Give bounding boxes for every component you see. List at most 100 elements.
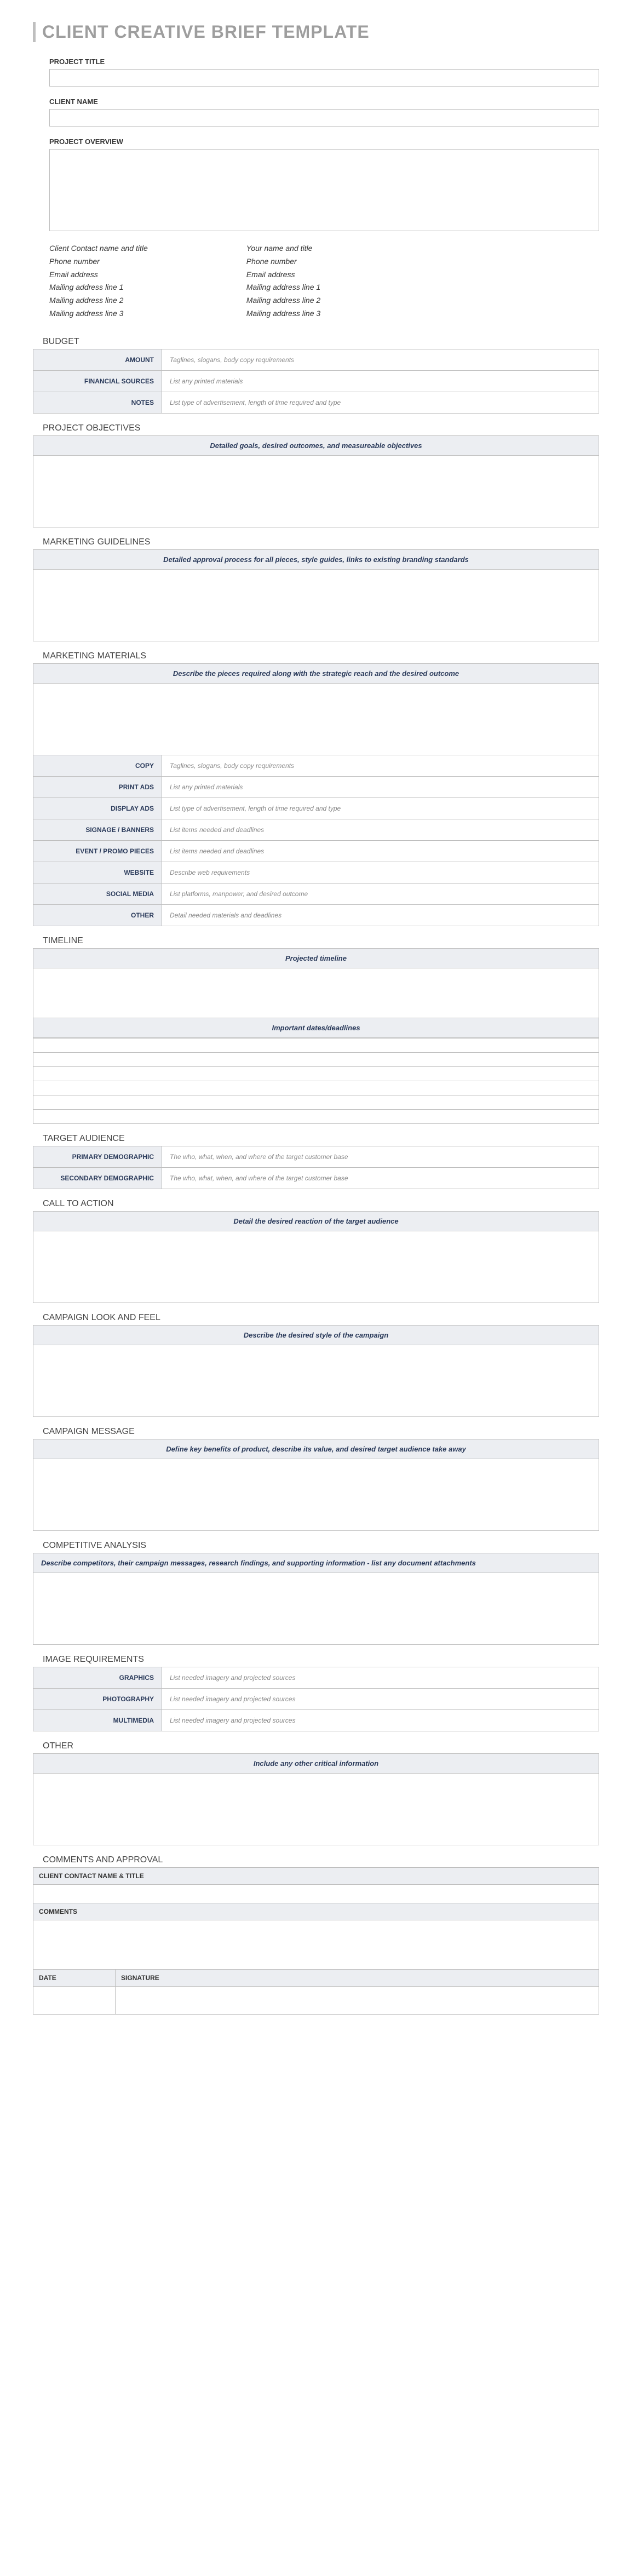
imagereq-table: GRAPHICS List needed imagery and project… (33, 1667, 599, 1731)
row-hint[interactable]: List type of advertisement, length of ti… (162, 392, 599, 413)
row-hint[interactable]: The who, what, when, and where of the ta… (162, 1146, 599, 1167)
look-section-title: CAMPAIGN LOOK AND FEEL (43, 1313, 599, 1323)
client-contact-column: Client Contact name and title Phone numb… (49, 242, 148, 320)
table-row: PRIMARY DEMOGRAPHIC The who, what, when,… (33, 1146, 599, 1168)
look-input[interactable] (33, 1345, 599, 1416)
guidelines-header: Detailed approval process for all pieces… (33, 550, 599, 570)
grid-row[interactable] (33, 1081, 599, 1095)
row-label: PHOTOGRAPHY (33, 1689, 162, 1709)
table-row: DISPLAY ADS List type of advertisement, … (33, 798, 599, 819)
objectives-input[interactable] (33, 456, 599, 527)
row-hint[interactable]: List needed imagery and projected source… (162, 1710, 599, 1731)
row-label: SIGNAGE / BANNERS (33, 819, 162, 840)
contact-line: Mailing address line 2 (246, 294, 320, 307)
other-input[interactable] (33, 1774, 599, 1845)
timeline-projected-header: Projected timeline (33, 949, 599, 968)
contact-line: Mailing address line 1 (49, 281, 148, 294)
row-label: SECONDARY DEMOGRAPHIC (33, 1168, 162, 1189)
message-box: Define key benefits of product, describe… (33, 1439, 599, 1531)
objectives-box: Detailed goals, desired outcomes, and me… (33, 435, 599, 527)
approval-signature-label: SIGNATURE (116, 1970, 599, 1987)
row-hint[interactable]: List items needed and deadlines (162, 819, 599, 840)
other-box: Include any other critical information (33, 1753, 599, 1845)
grid-row[interactable] (33, 1052, 599, 1066)
row-hint[interactable]: Taglines, slogans, body copy requirement… (162, 755, 599, 776)
row-hint[interactable]: List items needed and deadlines (162, 841, 599, 862)
look-header: Describe the desired style of the campai… (33, 1326, 599, 1345)
table-row: WEBSITE Describe web requirements (33, 862, 599, 883)
approval-comments-input[interactable] (33, 1920, 599, 1970)
row-hint[interactable]: Detail needed materials and deadlines (162, 905, 599, 926)
contact-line: Mailing address line 3 (49, 307, 148, 320)
table-row: GRAPHICS List needed imagery and project… (33, 1667, 599, 1689)
contact-line: Phone number (49, 255, 148, 268)
row-label: GRAPHICS (33, 1667, 162, 1688)
guidelines-section-title: MARKETING GUIDELINES (43, 537, 599, 547)
message-section-title: CAMPAIGN MESSAGE (43, 1427, 599, 1437)
approval-date-input[interactable] (33, 1987, 115, 2014)
project-title-group: PROJECT TITLE (49, 58, 599, 87)
row-hint[interactable]: Taglines, slogans, body copy requirement… (162, 349, 599, 370)
other-section-title: OTHER (43, 1741, 599, 1751)
grid-row[interactable] (33, 1109, 599, 1123)
client-name-input[interactable] (49, 109, 599, 127)
competitive-header: Describe competitors, their campaign mes… (33, 1553, 599, 1573)
approval-sign-row: DATE SIGNATURE (33, 1970, 599, 2014)
row-hint[interactable]: List platforms, manpower, and desired ou… (162, 883, 599, 904)
row-hint[interactable]: List needed imagery and projected source… (162, 1689, 599, 1709)
objectives-header: Detailed goals, desired outcomes, and me… (33, 436, 599, 456)
table-row: NOTES List type of advertisement, length… (33, 392, 599, 413)
row-hint[interactable]: List any printed materials (162, 777, 599, 798)
approval-signature-input[interactable] (116, 1987, 599, 2014)
table-row: FINANCIAL SOURCES List any printed mater… (33, 371, 599, 392)
row-label: DISPLAY ADS (33, 798, 162, 819)
cta-input[interactable] (33, 1231, 599, 1303)
materials-description-input[interactable] (33, 684, 599, 755)
contact-line: Email address (49, 268, 148, 282)
project-overview-input[interactable] (49, 149, 599, 231)
row-label: PRIMARY DEMOGRAPHIC (33, 1146, 162, 1167)
timeline-projected-input[interactable] (33, 968, 599, 1018)
imagereq-section-title: IMAGE REQUIREMENTS (43, 1655, 599, 1665)
table-row: OTHER Detail needed materials and deadli… (33, 905, 599, 926)
budget-table: AMOUNT Taglines, slogans, body copy requ… (33, 349, 599, 414)
row-label: COPY (33, 755, 162, 776)
other-header: Include any other critical information (33, 1754, 599, 1774)
table-row: PRINT ADS List any printed materials (33, 777, 599, 798)
approval-section-title: COMMENTS AND APPROVAL (43, 1855, 599, 1865)
audience-section-title: TARGET AUDIENCE (43, 1134, 599, 1144)
contact-line: Your name and title (246, 242, 320, 255)
competitive-input[interactable] (33, 1573, 599, 1644)
approval-table: CLIENT CONTACT NAME & TITLE COMMENTS DAT… (33, 1867, 599, 2015)
contact-line: Mailing address line 2 (49, 294, 148, 307)
approval-contact-input[interactable] (33, 1885, 599, 1903)
row-hint[interactable]: List type of advertisement, length of ti… (162, 798, 599, 819)
cta-section-title: CALL TO ACTION (43, 1199, 599, 1209)
project-title-input[interactable] (49, 69, 599, 87)
timeline-important-header: Important dates/deadlines (33, 1018, 599, 1038)
grid-row[interactable] (33, 1038, 599, 1052)
contact-line: Mailing address line 3 (246, 307, 320, 320)
row-label: FINANCIAL SOURCES (33, 371, 162, 392)
project-overview-group: PROJECT OVERVIEW (49, 137, 599, 231)
approval-contact-label: CLIENT CONTACT NAME & TITLE (33, 1868, 599, 1885)
timeline-section-title: TIMELINE (43, 936, 599, 946)
table-row: COPY Taglines, slogans, body copy requir… (33, 755, 599, 777)
row-hint[interactable]: List any printed materials (162, 371, 599, 392)
competitive-section-title: COMPETITIVE ANALYSIS (43, 1541, 599, 1551)
timeline-date-grid[interactable] (33, 1038, 599, 1123)
grid-row[interactable] (33, 1095, 599, 1109)
table-row: EVENT / PROMO PIECES List items needed a… (33, 841, 599, 862)
audience-table: PRIMARY DEMOGRAPHIC The who, what, when,… (33, 1146, 599, 1189)
look-box: Describe the desired style of the campai… (33, 1325, 599, 1417)
message-input[interactable] (33, 1459, 599, 1530)
row-label: NOTES (33, 392, 162, 413)
row-hint[interactable]: Describe web requirements (162, 862, 599, 883)
guidelines-input[interactable] (33, 570, 599, 641)
table-row: MULTIMEDIA List needed imagery and proje… (33, 1710, 599, 1731)
grid-row[interactable] (33, 1066, 599, 1081)
table-row: SIGNAGE / BANNERS List items needed and … (33, 819, 599, 841)
row-hint[interactable]: List needed imagery and projected source… (162, 1667, 599, 1688)
row-hint[interactable]: The who, what, when, and where of the ta… (162, 1168, 599, 1189)
row-label: EVENT / PROMO PIECES (33, 841, 162, 862)
